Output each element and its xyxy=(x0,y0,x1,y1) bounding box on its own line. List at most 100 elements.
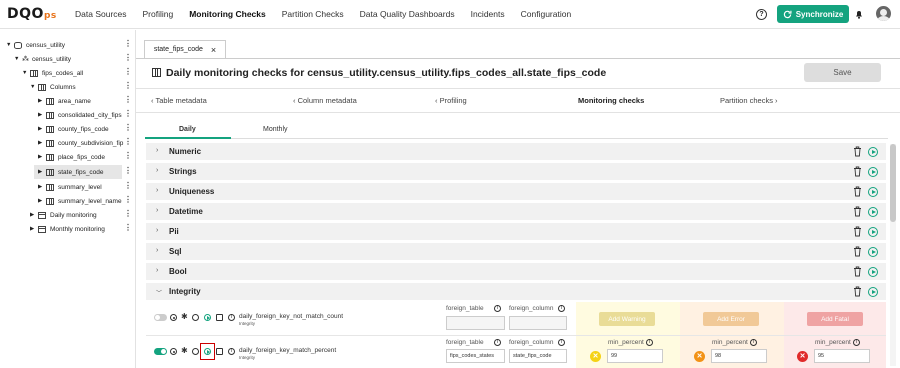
monitoring-checks-link[interactable]: Monitoring checks xyxy=(578,96,644,105)
more-menu-icon[interactable]: ⋮ xyxy=(124,137,132,146)
tree-item-column-area-name[interactable]: ▶ area_name xyxy=(38,94,91,108)
more-menu-icon[interactable]: ⋮ xyxy=(124,109,132,118)
info-icon[interactable]: i xyxy=(228,314,235,321)
add-warning-button[interactable]: Add Warning xyxy=(599,312,655,326)
tree-item-monthly-monitoring[interactable]: ▶ Monthly monitoring xyxy=(30,222,105,236)
more-menu-icon[interactable]: ⋮ xyxy=(124,95,132,104)
more-menu-icon[interactable]: ⋮ xyxy=(124,166,132,175)
more-menu-icon[interactable]: ⋮ xyxy=(124,209,132,218)
foreign-table-input[interactable]: fips_codes_states xyxy=(446,349,505,363)
fatal-min-percent-input[interactable]: 95 xyxy=(814,349,870,363)
more-menu-icon[interactable]: ⋮ xyxy=(124,223,132,232)
trash-icon[interactable] xyxy=(853,186,862,197)
trash-icon[interactable] xyxy=(853,166,862,177)
tab-monthly[interactable]: Monthly xyxy=(263,126,288,133)
expand-down-icon[interactable]: ▼ xyxy=(14,56,22,62)
expand-right-icon[interactable]: ▶ xyxy=(38,198,46,204)
schedule-clock-icon[interactable] xyxy=(192,314,199,321)
settings-icon[interactable]: ✱ xyxy=(181,347,188,355)
tree-item-connection[interactable]: ▼ census_utility xyxy=(6,38,65,52)
chevron-right-icon[interactable]: › xyxy=(156,207,158,214)
run-checks-icon[interactable] xyxy=(868,227,878,237)
tree-item-columns[interactable]: ▼ Columns xyxy=(30,80,76,94)
column-metadata-link[interactable]: ‹ Column metadata xyxy=(293,96,357,105)
expand-down-icon[interactable]: ▼ xyxy=(6,42,14,48)
close-icon[interactable]: × xyxy=(211,45,216,55)
run-checks-icon[interactable] xyxy=(868,147,878,157)
save-button[interactable]: Save xyxy=(804,63,881,82)
run-checks-icon[interactable] xyxy=(868,247,878,257)
results-icon[interactable] xyxy=(216,314,223,321)
nav-partition-checks[interactable]: Partition Checks xyxy=(282,9,344,19)
category-row-uniqueness[interactable]: › Uniqueness xyxy=(146,183,886,201)
synchronize-button[interactable]: Synchronize xyxy=(777,5,849,23)
chevron-right-icon[interactable]: › xyxy=(156,227,158,234)
category-row-pii[interactable]: › Pii xyxy=(146,223,886,241)
run-checks-icon[interactable] xyxy=(868,187,878,197)
run-checks-icon[interactable] xyxy=(868,267,878,277)
chevron-right-icon[interactable]: › xyxy=(156,187,158,194)
more-menu-icon[interactable]: ⋮ xyxy=(124,67,132,76)
foreign-column-input[interactable] xyxy=(509,316,567,330)
expand-right-icon[interactable]: ▶ xyxy=(38,154,46,160)
run-check-icon[interactable] xyxy=(204,314,211,321)
chevron-right-icon[interactable]: › xyxy=(156,247,158,254)
dqops-logo[interactable]: DQOps xyxy=(7,6,57,22)
check-enabled-toggle[interactable] xyxy=(154,348,167,355)
category-row-strings[interactable]: › Strings xyxy=(146,163,886,181)
chevron-right-icon[interactable]: › xyxy=(156,267,158,274)
nav-data-quality-dashboards[interactable]: Data Quality Dashboards xyxy=(360,9,455,19)
expand-right-icon[interactable]: ▶ xyxy=(30,226,38,232)
run-checks-icon[interactable] xyxy=(868,167,878,177)
help-icon[interactable]: ? xyxy=(756,9,767,20)
expand-right-icon[interactable]: ▶ xyxy=(38,126,46,132)
chevron-down-icon[interactable]: ﹀ xyxy=(156,288,162,297)
trash-icon[interactable] xyxy=(853,266,862,277)
category-row-numeric[interactable]: › Numeric xyxy=(146,143,886,161)
chevron-right-icon[interactable]: › xyxy=(156,167,158,174)
schedule-clock-icon[interactable] xyxy=(192,348,199,355)
trash-icon[interactable] xyxy=(853,206,862,217)
more-menu-icon[interactable]: ⋮ xyxy=(124,123,132,132)
run-checks-icon[interactable] xyxy=(868,207,878,217)
more-menu-icon[interactable]: ⋮ xyxy=(124,81,132,90)
tree-item-column-consolidated-city-fips[interactable]: ▶ consolidated_city_fips xyxy=(38,108,122,122)
monitoring-icon[interactable] xyxy=(170,348,177,355)
expand-right-icon[interactable]: ▶ xyxy=(38,184,46,190)
expand-right-icon[interactable]: ▶ xyxy=(30,212,38,218)
foreign-column-input[interactable]: state_fips_code xyxy=(509,349,567,363)
expand-right-icon[interactable]: ▶ xyxy=(38,112,46,118)
tab-daily[interactable]: Daily xyxy=(179,126,196,133)
expand-right-icon[interactable]: ▶ xyxy=(38,140,46,146)
more-menu-icon[interactable]: ⋮ xyxy=(124,181,132,190)
results-icon[interactable] xyxy=(216,348,223,355)
expand-down-icon[interactable]: ▼ xyxy=(22,70,30,76)
monitoring-icon[interactable] xyxy=(170,314,177,321)
info-icon[interactable]: i xyxy=(646,339,653,346)
more-menu-icon[interactable]: ⋮ xyxy=(124,151,132,160)
tab-state-fips-code[interactable]: state_fips_code × xyxy=(144,40,226,59)
add-fatal-button[interactable]: Add Fatal xyxy=(807,312,863,326)
expand-down-icon[interactable]: ▼ xyxy=(30,84,38,90)
more-menu-icon[interactable]: ⋮ xyxy=(124,53,132,62)
info-icon[interactable]: i xyxy=(494,305,501,312)
more-menu-icon[interactable]: ⋮ xyxy=(124,39,132,48)
tree-item-column-county-fips-code[interactable]: ▶ county_fips_code xyxy=(38,122,109,136)
trash-icon[interactable] xyxy=(853,286,862,297)
warning-min-percent-input[interactable]: 99 xyxy=(607,349,663,363)
trash-icon[interactable] xyxy=(853,146,862,157)
category-row-datetime[interactable]: › Datetime xyxy=(146,203,886,221)
category-row-sql[interactable]: › Sql xyxy=(146,243,886,261)
info-icon[interactable]: i xyxy=(228,348,235,355)
run-checks-icon[interactable] xyxy=(868,287,878,297)
scrollbar-thumb[interactable] xyxy=(890,144,896,222)
tree-item-column-summary-level-name[interactable]: ▶ summary_level_name xyxy=(38,194,122,208)
nav-data-sources[interactable]: Data Sources xyxy=(75,9,127,19)
info-icon[interactable]: i xyxy=(558,339,565,346)
nav-configuration[interactable]: Configuration xyxy=(521,9,572,19)
check-enabled-toggle[interactable] xyxy=(154,314,167,321)
chevron-right-icon[interactable]: › xyxy=(156,147,158,154)
tree-item-schema[interactable]: ▼ ⁂ census_utility xyxy=(14,52,71,66)
tree-item-column-summary-level[interactable]: ▶ summary_level xyxy=(38,180,102,194)
info-icon[interactable]: i xyxy=(750,339,757,346)
